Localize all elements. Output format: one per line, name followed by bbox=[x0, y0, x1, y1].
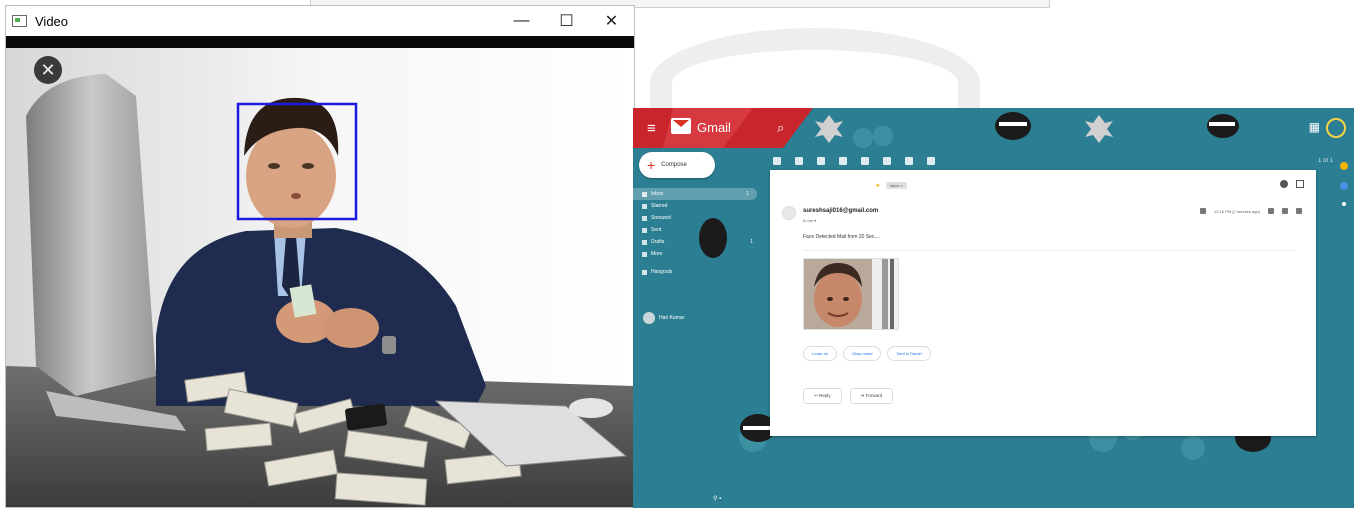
search-icon[interactable]: ⌕ bbox=[777, 120, 784, 136]
gmail-window: ≡ Gmail ⌕ ▦ 1 of 1 + Compose Inbox 1 Sta… bbox=[633, 108, 1354, 508]
new-window-icon[interactable] bbox=[1296, 180, 1304, 188]
star-icon[interactable] bbox=[1268, 208, 1274, 214]
sidebar-item-label: Drafts bbox=[651, 239, 665, 245]
bottom-controls: ⚲ ▪ bbox=[713, 495, 721, 502]
hangout-contact-name: Hari Kumar bbox=[659, 315, 685, 321]
more-options-icon[interactable] bbox=[1296, 208, 1302, 214]
message-toolbar: 1 of 1 bbox=[773, 150, 1333, 172]
sidebar-item-label: More bbox=[651, 251, 663, 257]
sender-email: sureshsaji016@gmail.com bbox=[803, 208, 879, 214]
video-frame: ✕ bbox=[6, 36, 634, 507]
move-to-icon[interactable] bbox=[905, 157, 913, 165]
sidebar-item-more[interactable]: More bbox=[633, 248, 761, 260]
sidebar-item-count: 1 bbox=[750, 239, 753, 245]
video-titlebar[interactable]: Video — ☐ ✕ bbox=[6, 6, 634, 36]
email-time: 12:16 PM (2 minutes ago) bbox=[1213, 208, 1260, 214]
apps-icon[interactable]: ▦ bbox=[1309, 120, 1320, 134]
side-panel bbox=[1334, 150, 1354, 450]
smart-reply-chip[interactable]: Looks ok bbox=[803, 346, 838, 361]
sidebar-nav: Inbox 1 Starred Snoozed Sent Drafts 1 Mo… bbox=[633, 188, 761, 278]
account-icon[interactable]: ⚲ bbox=[713, 496, 717, 502]
forward-button[interactable]: ➜ Forward bbox=[849, 388, 894, 404]
compose-button[interactable]: + Compose bbox=[639, 152, 715, 178]
avatar bbox=[782, 206, 796, 220]
smart-reply-chip[interactable]: Sent to Daniel bbox=[887, 346, 931, 361]
email-meta: 12:16 PM (2 minutes ago) bbox=[1199, 208, 1302, 214]
clock-icon bbox=[642, 215, 647, 221]
sidebar-item-inbox[interactable]: Inbox 1 bbox=[633, 188, 757, 200]
star-icon bbox=[642, 203, 647, 209]
attachment-icon bbox=[1199, 208, 1206, 214]
tasks-icon[interactable] bbox=[1340, 182, 1348, 190]
sidebar-item-snoozed[interactable]: Snoozed bbox=[633, 212, 761, 224]
message-count: 1 of 1 bbox=[1317, 158, 1333, 164]
video-scene bbox=[6, 36, 634, 507]
video-window-title: Video bbox=[35, 13, 69, 29]
mark-unread-icon[interactable] bbox=[861, 157, 869, 165]
sidebar-item-label: Sent bbox=[651, 227, 662, 233]
email-actions: ↩ Reply ➜ Forward bbox=[803, 388, 894, 404]
video-window: Video — ☐ ✕ ✕ bbox=[5, 5, 635, 508]
inbox-label-chip[interactable]: Inbox × bbox=[885, 182, 907, 189]
reply-icon[interactable] bbox=[1282, 208, 1288, 214]
gmail-header: ≡ Gmail ⌕ ▦ bbox=[633, 108, 1354, 148]
divider bbox=[803, 250, 1296, 251]
sidebar-item-label: Hangouts bbox=[651, 269, 673, 275]
label-icon[interactable] bbox=[927, 157, 935, 165]
sidebar-item-drafts[interactable]: Drafts 1 bbox=[633, 236, 761, 248]
important-icon[interactable]: ● bbox=[876, 183, 880, 189]
email-subject-row: ● Inbox × bbox=[876, 182, 907, 189]
account-avatar[interactable] bbox=[1326, 118, 1346, 138]
compose-label: Compose bbox=[661, 162, 687, 168]
sidebar-item-count: 1 bbox=[746, 191, 749, 197]
image-attachment[interactable] bbox=[803, 258, 899, 330]
sidebar-item-label: Snoozed bbox=[651, 215, 671, 221]
print-icon[interactable] bbox=[1280, 180, 1288, 188]
reply-button[interactable]: ↩ Reply bbox=[803, 388, 842, 404]
sidebar-item-label: Starred bbox=[651, 203, 668, 209]
avatar bbox=[643, 312, 655, 324]
attachment-thumbnail bbox=[804, 259, 898, 329]
inbox-icon bbox=[642, 191, 647, 197]
email-body: Face Detected Mail from 20 Sec.... bbox=[803, 234, 880, 240]
archive-icon[interactable] bbox=[795, 157, 803, 165]
snooze-icon[interactable] bbox=[883, 157, 891, 165]
back-icon[interactable] bbox=[773, 157, 781, 165]
sidebar-item-hangouts[interactable]: Hangouts bbox=[633, 266, 761, 278]
close-icon[interactable]: ✕ bbox=[34, 56, 62, 84]
close-button[interactable]: ✕ bbox=[589, 6, 634, 36]
gmail-logo-icon bbox=[671, 118, 691, 134]
gmail-logo-text: Gmail bbox=[697, 120, 731, 135]
maximize-button[interactable]: ☐ bbox=[544, 6, 589, 36]
minimize-button[interactable]: — bbox=[499, 6, 544, 36]
send-icon bbox=[642, 227, 647, 233]
reply-label: Reply bbox=[819, 393, 831, 398]
forward-label: Forward bbox=[865, 393, 883, 398]
desktop: Video — ☐ ✕ ✕ ≡ Gmail ⌕ ▦ 1 of 1 + Compo… bbox=[0, 0, 1354, 508]
draft-icon bbox=[642, 239, 647, 245]
report-spam-icon[interactable] bbox=[817, 157, 825, 165]
hangout-contact[interactable]: Hari Kumar bbox=[643, 312, 684, 324]
hangouts-icon bbox=[642, 269, 647, 275]
sidebar-item-starred[interactable]: Starred bbox=[633, 200, 761, 212]
sidebar-item-label: Inbox bbox=[651, 191, 664, 197]
email-message: ● Inbox × sureshsaji016@gmail.com to me … bbox=[770, 170, 1316, 436]
phone-icon[interactable]: ▪ bbox=[719, 496, 721, 502]
recipient-details[interactable]: to me ▾ bbox=[803, 218, 816, 223]
calendar-icon[interactable] bbox=[1340, 162, 1348, 170]
plus-icon: + bbox=[647, 157, 656, 173]
delete-icon[interactable] bbox=[839, 157, 847, 165]
add-addon-icon[interactable] bbox=[1342, 202, 1346, 206]
sidebar-item-sent[interactable]: Sent bbox=[633, 224, 761, 236]
monitor-shape bbox=[26, 74, 156, 396]
menu-icon[interactable]: ≡ bbox=[647, 120, 656, 137]
smart-reply-chip[interactable]: Okay noted bbox=[843, 346, 882, 361]
window-app-icon bbox=[12, 15, 27, 27]
chevron-down-icon bbox=[642, 251, 647, 257]
smart-replies: Looks ok Okay noted Sent to Daniel bbox=[803, 346, 931, 361]
